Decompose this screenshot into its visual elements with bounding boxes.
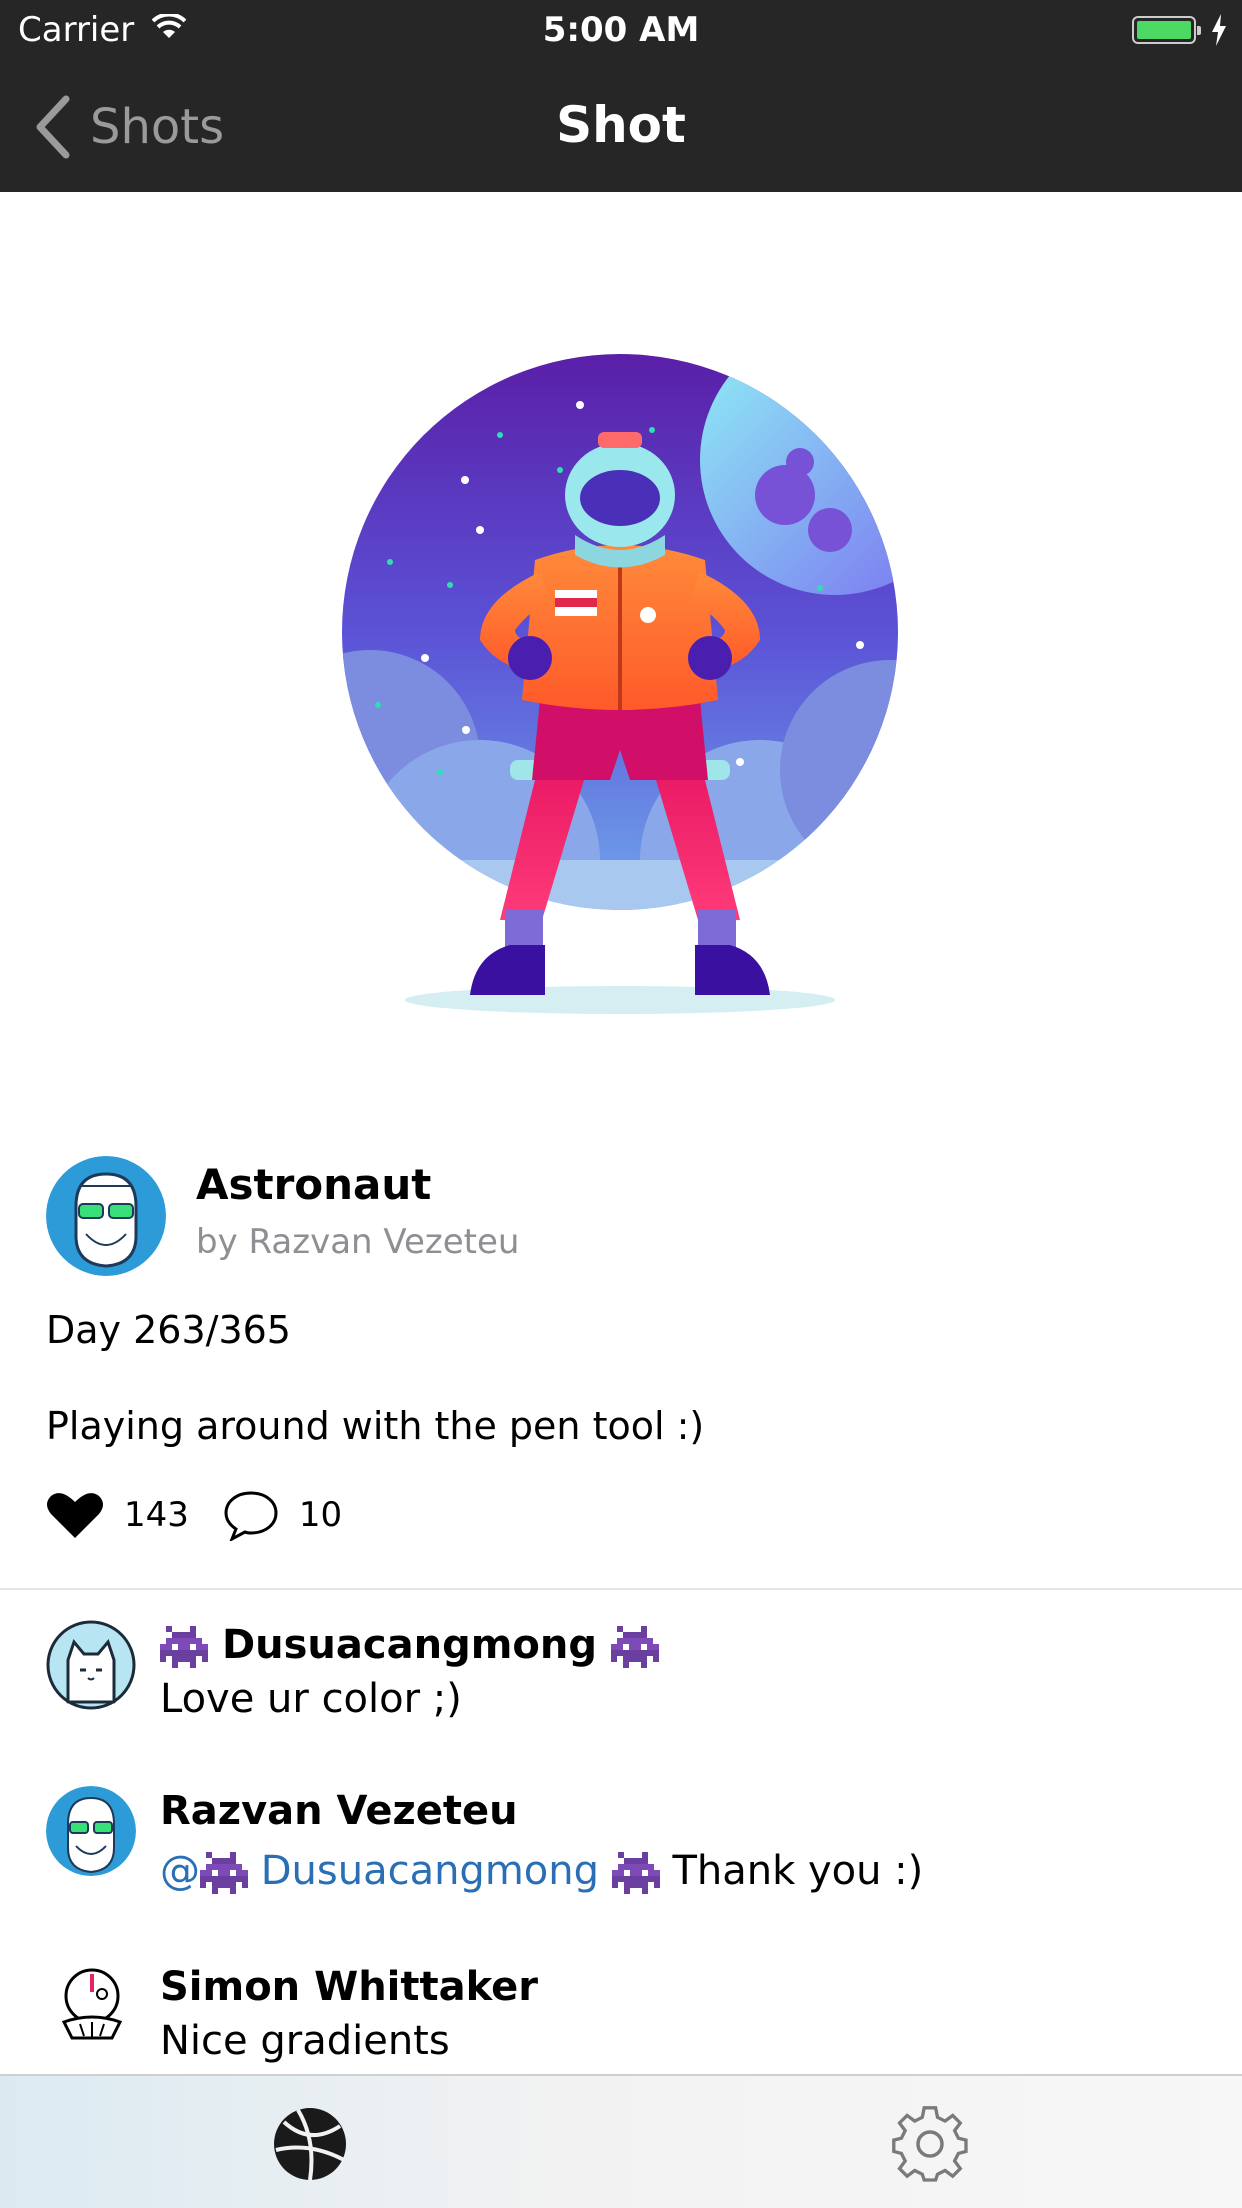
comments-count: 10 — [298, 1495, 343, 1535]
battery-icon — [1132, 16, 1201, 44]
comment-text: Love ur color ;) — [160, 1676, 462, 1722]
gear-icon[interactable] — [890, 2104, 970, 2184]
charging-bolt-icon — [1212, 14, 1226, 46]
comment-body: Thank you :) — [672, 1848, 924, 1894]
shot-description-line: Day 263/365 — [46, 1308, 291, 1352]
comment-text: @ Dusuacangmong Thank you :) — [160, 1848, 923, 1894]
alien-monster-icon — [200, 1852, 248, 1894]
shot-title: Astronaut — [196, 1160, 432, 1209]
alien-monster-icon — [160, 1626, 208, 1668]
dribbble-ball-icon[interactable] — [270, 2104, 350, 2184]
likes-count: 143 — [124, 1495, 189, 1535]
comment-text: Nice gradients — [160, 2018, 450, 2064]
comment-author[interactable]: Dusuacangmong — [160, 1622, 659, 1668]
clown-avatar[interactable] — [50, 1962, 134, 2048]
shot-author[interactable]: by Razvan Vezeteu — [196, 1222, 519, 1262]
divider — [0, 1588, 1242, 1590]
page-title: Shot — [556, 96, 686, 154]
astronaut-illustration[interactable] — [330, 340, 910, 1020]
mention-name: Dusuacangmong — [260, 1848, 599, 1894]
shot-description-line: Playing around with the pen tool :) — [46, 1404, 705, 1448]
author-avatar[interactable] — [46, 1156, 166, 1276]
status-time: 5:00 AM — [542, 10, 700, 50]
navigation-bar: Shots Shot — [0, 62, 1242, 192]
mention-link[interactable]: @ Dusuacangmong — [160, 1848, 599, 1894]
alien-monster-icon — [611, 1852, 660, 1894]
comment-author[interactable]: Razvan Vezeteu — [160, 1788, 518, 1834]
bearded-man-avatar[interactable] — [46, 1786, 136, 1876]
comment-author[interactable]: Simon Whittaker — [160, 1964, 538, 2010]
tab-bar — [0, 2074, 1242, 2208]
comment-bubble-icon[interactable] — [223, 1489, 279, 1541]
mention-prefix: @ — [160, 1848, 200, 1894]
heart-icon[interactable] — [46, 1490, 104, 1540]
shot-stats: 143 10 — [46, 1488, 376, 1542]
comment-author-name: Dusuacangmong — [221, 1622, 597, 1668]
alien-monster-icon — [610, 1626, 659, 1668]
status-bar: Carrier 5:00 AM — [0, 0, 1242, 62]
cat-avatar[interactable] — [46, 1620, 136, 1710]
